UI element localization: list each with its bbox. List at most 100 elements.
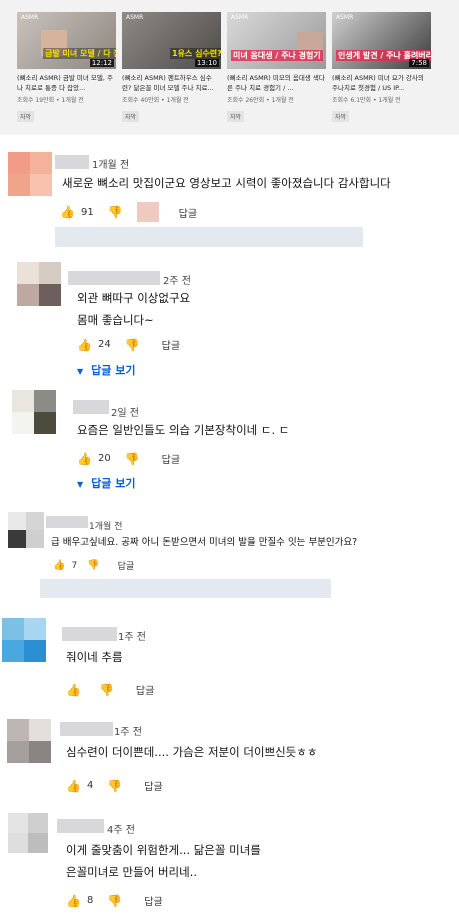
comment-timestamp: 2주 전 (163, 276, 191, 287)
video-card[interactable]: ASMR 1유스 심수련? / 주나 치료 13:10 (뼈소리 ASMR) 펜… (122, 12, 221, 123)
caret-down-icon: ▼ (77, 367, 84, 376)
video-meta: 조회수 6.1만회 • 1개월 전 (332, 97, 401, 104)
related-videos-strip: ASMR 금발 미녀 모델 / 다 잡았 12:12 (뼈소리 ASMR) 금발… (0, 0, 459, 135)
author-name[interactable] (55, 155, 89, 169)
subtitle-badge: 자막 (332, 111, 350, 122)
duration-badge: 13:10 (194, 59, 219, 67)
video-card[interactable]: ASMR 인생게 발견 / 주나 홀려버리다 7:58 (뼈소리 ASMR) 미… (332, 12, 431, 123)
video-title[interactable]: (뼈소리 ASMR) 미녀 요가 강사의 주나치료 첫경험 / US IP... (332, 73, 431, 93)
comment-thread: 2주 전 외관 뼈따구 이상없구요 몸매 좋습니다~ 👍 24 👎 답글 ▼ 답글… (0, 262, 459, 384)
video-meta: 조회수 40만회 • 1개월 전 (122, 97, 189, 104)
caret-down-icon: ▼ (77, 480, 84, 489)
comment-text: 급 배우고싶네요. 공짜 아니 돈받으면서 미녀의 발을 만질수 잇는 부분인가… (51, 537, 358, 548)
comment-text: 줘이네 추름 (66, 650, 123, 664)
video-thumbnail[interactable]: ASMR 금발 미녀 모델 / 다 잡았 12:12 (17, 12, 116, 69)
comment-actions: 👍 7 👎 답글 (53, 559, 134, 572)
thumb-down-icon[interactable]: 👎 (125, 452, 140, 466)
view-replies-button[interactable]: ▼ 답글 보기 (77, 362, 135, 378)
like-count: 4 (86, 780, 94, 791)
duration-badge: 12:12 (89, 59, 114, 67)
comment-actions: 👍 8 👎 답글 (66, 893, 163, 909)
comment-thread: 1주 전 심수련이 더이쁜데.... 가슴은 저분이 더이쁘신듯ㅎㅎ 👍 4 👎… (0, 717, 459, 803)
subtitle-badge: 자막 (17, 111, 35, 122)
comment-thread: 4주 전 이게 줄맞춤이 위험한게... 닮은꼴 미녀를 은꼴미녀로 만들어 버… (0, 813, 459, 917)
video-title[interactable]: (뼈소리 ASMR) 미모의 옴대생 색다른 주나 치료 경험기 / ... (227, 73, 326, 93)
pinned-reply-banner (40, 579, 331, 598)
avatar[interactable] (8, 152, 52, 196)
comment-timestamp: 1개월 전 (92, 160, 130, 171)
comment-timestamp: 1주 전 (118, 632, 146, 643)
video-thumbnail[interactable]: ASMR 미녀 옴대생 / 주나 경험기 (227, 12, 326, 69)
like-count: 24 (97, 339, 111, 350)
duration-badge: 7:58 (409, 59, 429, 67)
author-name[interactable] (60, 722, 113, 736)
reply-button[interactable]: 답글 (162, 337, 180, 352)
comment-text: 외관 뼈따구 이상없구요 몸매 좋습니다~ (77, 291, 191, 327)
comment-actions: 👍 24 👎 답글 (77, 337, 180, 353)
comment-thread: 1개월 전 새로운 뼈소리 맛집이군요 영상보고 시력이 좋아졌습니다 감사합니… (0, 150, 459, 250)
thumb-down-icon[interactable]: 👎 (107, 894, 122, 908)
thumb-up-icon[interactable]: 👍 (66, 683, 81, 697)
thumb-up-icon[interactable]: 👍 (53, 560, 65, 571)
reply-button[interactable]: 답글 (118, 559, 135, 572)
reply-button[interactable]: 답글 (144, 893, 162, 908)
thumb-up-icon[interactable]: 👍 (60, 205, 75, 219)
comment-text: 이게 줄맞춤이 위험한게... 닮은꼴 미녀를 은꼴미녀로 만들어 버리네.. (66, 843, 261, 879)
avatar[interactable] (8, 512, 44, 548)
creator-heart-avatar (136, 202, 159, 222)
thumb-up-icon[interactable]: 👍 (77, 338, 92, 352)
video-card[interactable]: ASMR 금발 미녀 모델 / 다 잡았 12:12 (뼈소리 ASMR) 금발… (17, 12, 116, 123)
avatar[interactable] (7, 719, 51, 763)
author-name[interactable] (46, 516, 88, 528)
video-title[interactable]: (뼈소리 ASMR) 펜트하우스 심수련? 닮은꼴 미녀 모델 주나 치료... (122, 73, 221, 93)
video-title[interactable]: (뼈소리 ASMR) 금발 미녀 모델, 주나 치료로 통증 다 잡았... (17, 73, 116, 93)
comment-thread: 1개월 전 급 배우고싶네요. 공짜 아니 돈받으면서 미녀의 발을 만질수 잇… (0, 512, 459, 604)
thumb-down-icon[interactable]: 👎 (108, 205, 123, 219)
pinned-reply-banner (55, 227, 363, 247)
comment-timestamp: 2일 전 (111, 408, 139, 419)
video-card[interactable]: ASMR 미녀 옴대생 / 주나 경험기 (뼈소리 ASMR) 미모의 옴대생 … (227, 12, 326, 123)
video-thumbnail[interactable]: ASMR 1유스 심수련? / 주나 치료 13:10 (122, 12, 221, 69)
author-name[interactable] (57, 819, 104, 833)
thumb-down-icon[interactable]: 👎 (99, 683, 114, 697)
avatar[interactable] (17, 262, 61, 306)
reply-button[interactable]: 답글 (144, 778, 162, 793)
avatar[interactable] (12, 390, 56, 434)
comment-actions: 👍 91 👎 답글 (60, 202, 197, 222)
video-meta: 조회수 19만회 • 1개월 전 (17, 97, 84, 104)
comment-thread: 1주 전 줘이네 추름 👍 👎 답글 (0, 618, 459, 700)
like-count: 7 (71, 560, 78, 571)
comment-timestamp: 1주 전 (114, 727, 142, 738)
comment-text: 새로운 뼈소리 맛집이군요 영상보고 시력이 좋아졌습니다 감사합니다 (62, 176, 391, 190)
like-count: 91 (80, 206, 94, 218)
subtitle-badge: 자막 (227, 111, 245, 122)
thumb-down-icon[interactable]: 👎 (87, 560, 99, 571)
comment-actions: 👍 👎 답글 (66, 682, 154, 698)
comment-timestamp: 1개월 전 (89, 522, 123, 532)
thumb-down-icon[interactable]: 👎 (107, 779, 122, 793)
comment-text: 요즘은 일반인들도 의습 기본장착이네 ㄷ. ㄷ (77, 423, 290, 437)
comment-thread: 2일 전 요즘은 일반인들도 의습 기본장착이네 ㄷ. ㄷ 👍 20 👎 답글 … (0, 390, 459, 502)
subtitle-badge: 자막 (122, 111, 140, 122)
like-count: 20 (97, 453, 111, 464)
comment-actions: 👍 4 👎 답글 (66, 778, 163, 794)
view-replies-button[interactable]: ▼ 답글 보기 (77, 475, 135, 491)
reply-button[interactable]: 답글 (179, 205, 197, 220)
video-meta: 조회수 26만회 • 1개월 전 (227, 97, 294, 104)
avatar[interactable] (2, 618, 46, 662)
thumb-up-icon[interactable]: 👍 (77, 452, 92, 466)
comment-text: 심수련이 더이쁜데.... 가슴은 저분이 더이쁘신듯ㅎㅎ (66, 745, 318, 759)
author-name[interactable] (68, 271, 160, 285)
video-thumbnail[interactable]: ASMR 인생게 발견 / 주나 홀려버리다 7:58 (332, 12, 431, 69)
thumb-down-icon[interactable]: 👎 (125, 338, 140, 352)
author-name[interactable] (73, 400, 109, 414)
avatar[interactable] (8, 813, 48, 853)
comment-timestamp: 4주 전 (107, 825, 135, 836)
author-name[interactable] (62, 627, 117, 641)
comment-actions: 👍 20 👎 답글 (77, 451, 180, 467)
reply-button[interactable]: 답글 (162, 451, 180, 466)
thumb-up-icon[interactable]: 👍 (66, 779, 81, 793)
reply-button[interactable]: 답글 (136, 682, 154, 697)
like-count: 8 (86, 895, 94, 906)
thumb-up-icon[interactable]: 👍 (66, 894, 81, 908)
